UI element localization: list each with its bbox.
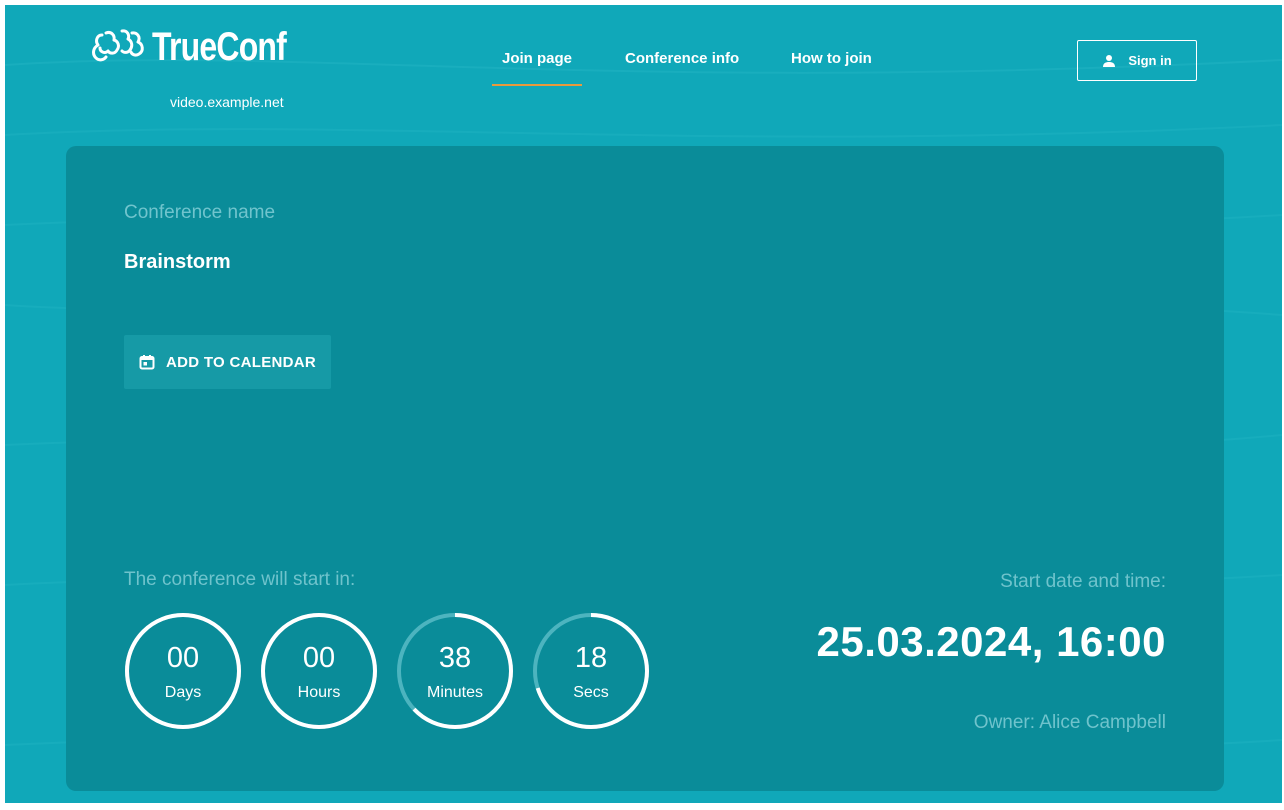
user-icon [1103, 54, 1116, 67]
timer-days: 00 Days [124, 612, 242, 730]
people-group-icon [92, 29, 144, 62]
conference-name: Brainstorm [124, 251, 231, 273]
timer-hours-unit: Hours [297, 684, 341, 701]
sign-in-button[interactable]: Sign in [1077, 40, 1197, 81]
start-datetime-label: Start date and time: [1000, 571, 1166, 592]
add-to-calendar-button[interactable]: ADD TO CALENDAR [124, 335, 331, 389]
logo-wordmark: TrueConf [152, 25, 287, 69]
timer-days-unit: Days [164, 684, 202, 701]
nav-conference-info[interactable]: Conference info [625, 49, 739, 89]
conference-name-label: Conference name [124, 202, 276, 223]
sign-in-label: Sign in [1128, 53, 1172, 68]
timer-hours: 00 Hours [260, 612, 378, 730]
page-background: TrueConf video.example.net Join page Con… [5, 5, 1282, 803]
nav-how-to-join[interactable]: How to join [791, 49, 872, 89]
site-header: TrueConf video.example.net Join page Con… [5, 5, 1282, 125]
timer-secs: 18 Secs [532, 612, 650, 730]
timer-minutes-value: 38 [438, 642, 472, 674]
logo[interactable]: TrueConf video.example.net [92, 25, 322, 115]
nav-join-page[interactable]: Join page [491, 49, 583, 89]
timer-secs-unit: Secs [573, 684, 609, 701]
calendar-icon [139, 355, 155, 370]
timer-minutes-unit: Minutes [426, 684, 484, 701]
timer-hours-value: 00 [302, 642, 336, 674]
timer-secs-value: 18 [574, 642, 608, 674]
timer-minutes: 38 Minutes [396, 612, 514, 730]
conference-card: Conference name Brainstorm ADD TO CALEND… [66, 146, 1224, 791]
server-domain: video.example.net [170, 94, 284, 110]
countdown-label: The conference will start in: [124, 569, 356, 590]
add-to-calendar-label: ADD TO CALENDAR [166, 353, 317, 371]
countdown-timers: 00 Days 00 Hours 38 Minutes 18 Secs [124, 612, 664, 732]
start-datetime-value: 25.03.2024, 16:00 [816, 618, 1166, 665]
timer-days-value: 00 [166, 642, 200, 674]
conference-owner: Owner: Alice Campbell [973, 712, 1166, 733]
